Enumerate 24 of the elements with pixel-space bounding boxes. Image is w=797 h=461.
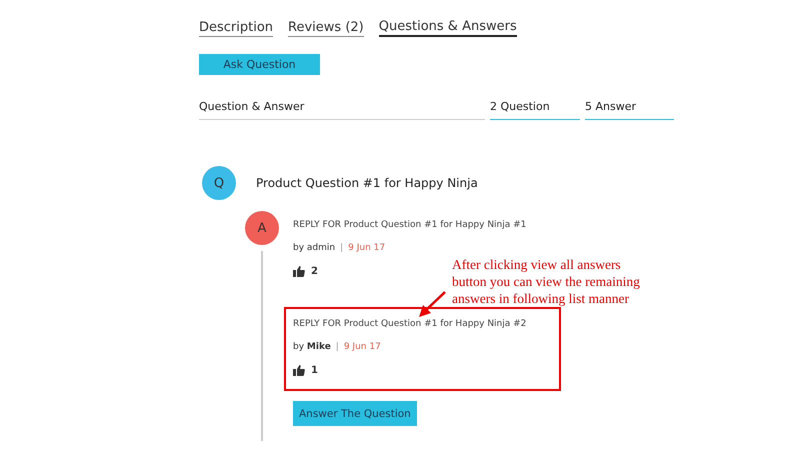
- answer-text: REPLY FOR Product Question #1 for Happy Ninja #1: [293, 220, 528, 230]
- answer-date: 9 Jun 17: [348, 243, 386, 253]
- answer-date: 9 Jun 17: [344, 342, 381, 352]
- author-byline: by Mike: [293, 342, 331, 352]
- ask-question-button[interactable]: Ask Question: [199, 54, 320, 75]
- separator: |: [340, 243, 344, 253]
- question-count: 2 Question: [490, 100, 580, 120]
- annotation-text: After clicking view all answers button you can view the remaining answers in following list manner: [452, 256, 641, 307]
- author-byline: by admin: [293, 243, 336, 253]
- like-count: 2: [311, 266, 318, 277]
- tab[interactable]: Reviews (2): [288, 19, 364, 37]
- summary-title: Question & Answer: [199, 100, 485, 120]
- answer-badge: A: [245, 211, 279, 245]
- question-badge: Q: [202, 166, 236, 200]
- like-count: 1: [311, 365, 318, 376]
- thumbs-up-icon[interactable]: [293, 365, 305, 376]
- answer-count: 5 Answer: [585, 100, 674, 120]
- question-text: Product Question #1 for Happy Ninja: [256, 176, 478, 190]
- separator: |: [336, 342, 339, 352]
- tab[interactable]: Description: [199, 19, 274, 37]
- answer-question-button[interactable]: Answer The Question: [293, 401, 417, 426]
- thumbs-up-icon[interactable]: [293, 266, 305, 277]
- tab[interactable]: Questions & Answers: [378, 19, 517, 37]
- answer-text: REPLY FOR Product Question #1 for Happy Ninja #2: [293, 319, 528, 329]
